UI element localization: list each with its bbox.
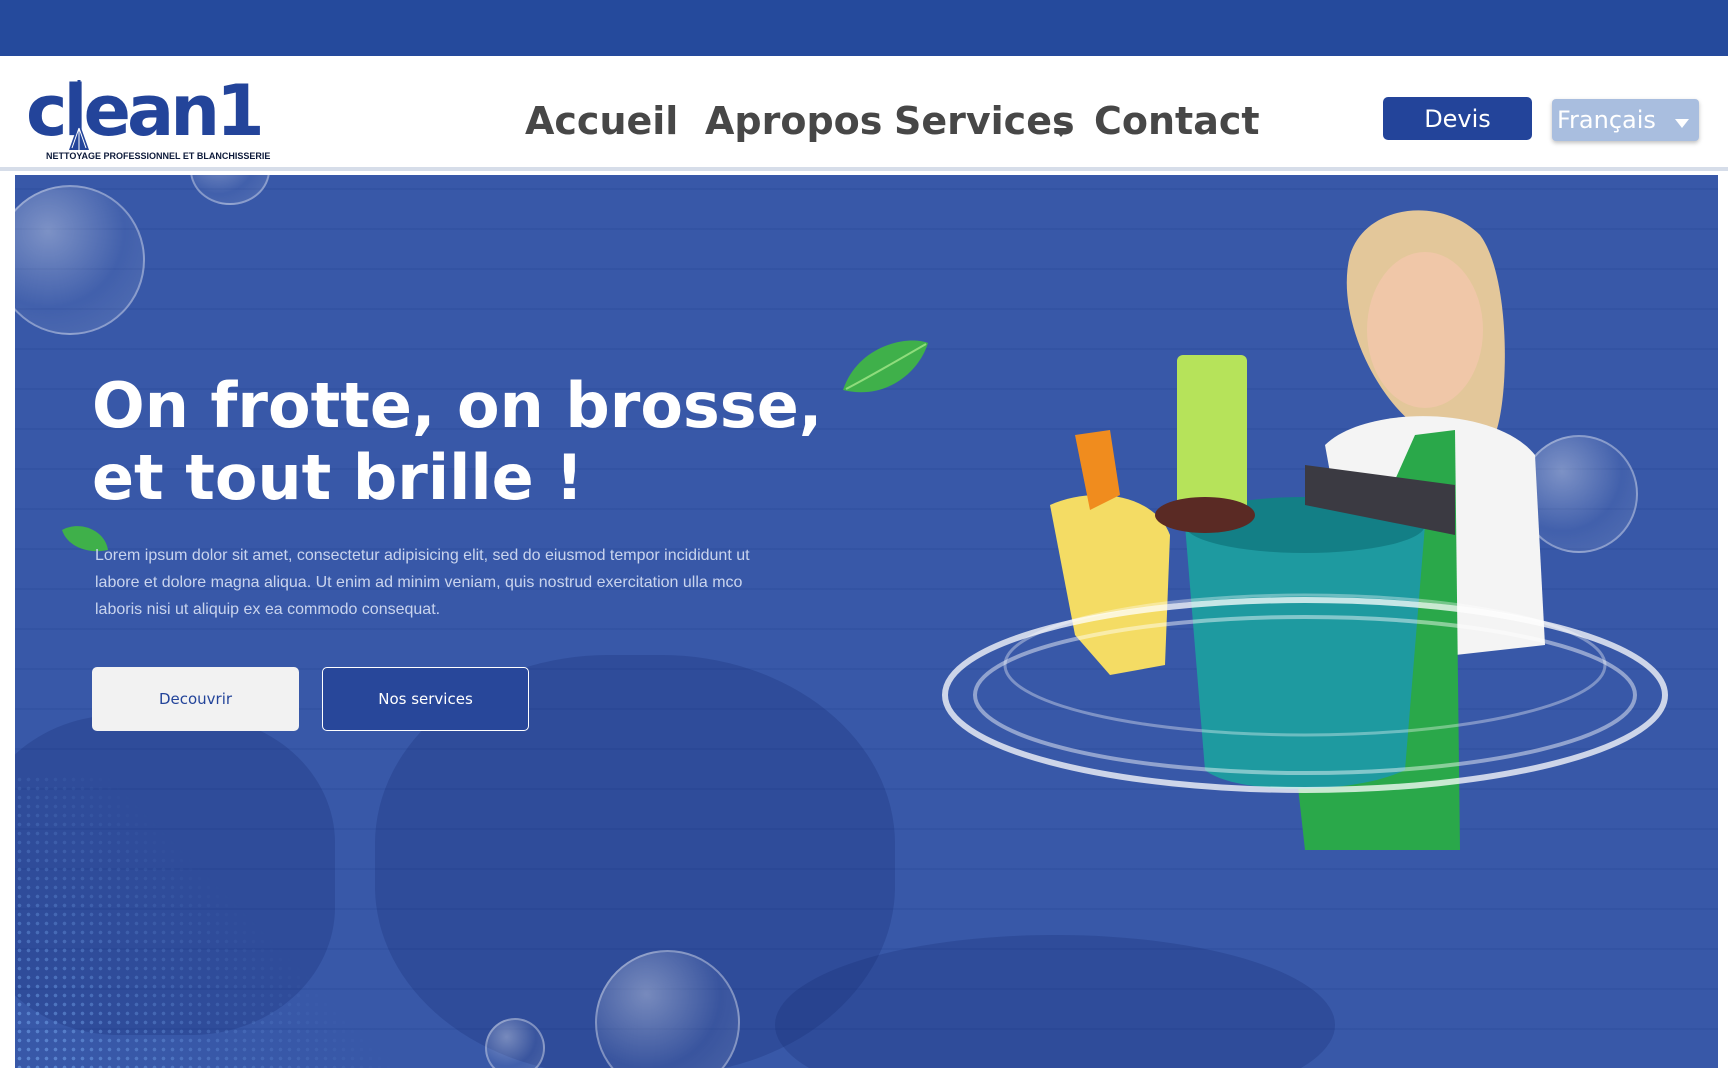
- devis-button[interactable]: Devis: [1383, 97, 1532, 140]
- logo-tagline: NETTOYAGE PROFESSIONNEL ET BLANCHISSERIE: [46, 151, 271, 161]
- chevron-down-icon[interactable]: [1054, 128, 1068, 137]
- nav-item-accueil[interactable]: Accueil: [525, 99, 678, 143]
- cleaner-photo: [942, 210, 1668, 850]
- chevron-down-icon: [1675, 119, 1689, 128]
- decouvrir-button[interactable]: Decouvrir: [92, 667, 299, 731]
- hero-headline: On frotte, on brosse, et tout brille !: [92, 369, 823, 514]
- logo-wordmark: clean1: [26, 70, 265, 152]
- top-bar: [0, 0, 1728, 56]
- broom-icon: [69, 80, 89, 150]
- nav-item-contact[interactable]: Contact: [1094, 99, 1260, 143]
- language-select-value: Français: [1557, 106, 1656, 134]
- nav-item-services[interactable]: Services: [894, 99, 1075, 143]
- nos-services-button[interactable]: Nos services: [322, 667, 529, 731]
- hero-section: On frotte, on brosse, et tout brille ! L…: [15, 175, 1718, 1068]
- site-header: clean1 NETTOYAGE PROFESSIONNEL ET BLANCH…: [0, 56, 1728, 171]
- logo[interactable]: clean1 NETTOYAGE PROFESSIONNEL ET BLANCH…: [26, 76, 270, 166]
- halftone-pattern: [15, 775, 435, 1068]
- nav-item-apropos[interactable]: Apropos: [705, 99, 882, 143]
- language-select[interactable]: Français: [1552, 99, 1699, 141]
- hero-description: Lorem ipsum dolor sit amet, consectetur …: [95, 547, 750, 618]
